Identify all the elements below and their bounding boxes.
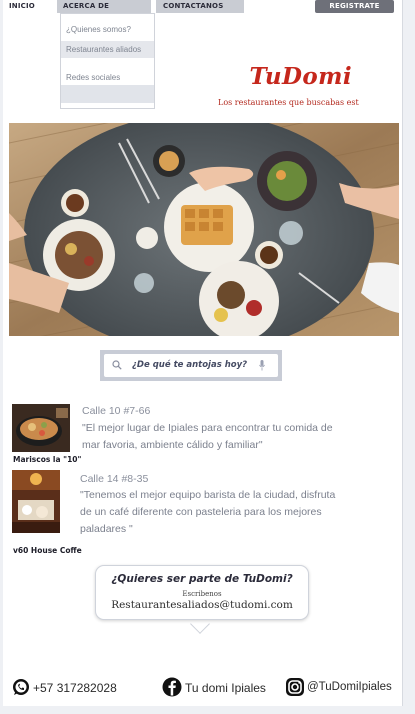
whatsapp-phone-icon [13, 679, 29, 695]
restaurant-image-v60[interactable] [12, 470, 60, 533]
footer-phone[interactable]: +57 317282028 [10, 677, 135, 697]
food-table-photo-icon [9, 123, 399, 336]
restaurant-name-mariscos[interactable]: Mariscos la "10" [13, 455, 81, 464]
footer-instagram-text: @TuDomiIpiales [307, 681, 392, 693]
dropdown-item-restaurantes-aliados[interactable]: Restaurantes aliados [61, 41, 154, 58]
brand-logo: TuDomi [249, 63, 352, 90]
microphone-icon[interactable] [259, 360, 265, 371]
footer-facebook[interactable]: Tu domi Ipiales [161, 677, 281, 697]
nav-contact-button[interactable]: CONTACTANOS [156, 0, 244, 13]
about-dropdown-menu: ¿Quienes somos? Restaurantes aliados Red… [60, 13, 155, 109]
page: INICIO ACERCA DE NOSOTROS CONTACTANOS RE… [3, 0, 403, 706]
dropdown-item-redes-sociales[interactable]: Redes sociales [61, 69, 154, 86]
hero-image [9, 123, 399, 336]
cta-subtitle: Escribenos [182, 590, 222, 598]
dropdown-item-quienes-somos[interactable]: ¿Quienes somos? [61, 21, 154, 38]
search-bar[interactable]: ¿De qué te antojas hoy? [100, 350, 282, 381]
nav-home-button[interactable]: INICIO [9, 0, 51, 13]
footer-phone-text: +57 317282028 [33, 681, 117, 695]
cafe-interior-icon [12, 470, 60, 533]
instagram-icon [286, 678, 304, 696]
restaurant-address-mariscos: Calle 10 #7-66 [82, 405, 151, 417]
seafood-dish-icon [12, 404, 70, 452]
search-input[interactable]: ¿De qué te antojas hoy? [104, 354, 278, 377]
restaurant-description-v60: "Tenemos el mejor equipo barista de la c… [80, 489, 336, 535]
top-nav: INICIO ACERCA DE NOSOTROS CONTACTANOS RE… [3, 0, 402, 23]
restaurant-name-v60[interactable]: v60 House Coffe [13, 546, 82, 555]
search-placeholder: ¿De qué te antojas hoy? [132, 360, 248, 370]
brand-tagline: Los restaurantes que buscabas est [218, 98, 359, 107]
footer-facebook-text: Tu domi Ipiales [185, 681, 266, 695]
search-icon [112, 360, 122, 370]
cta-email-link[interactable]: Restaurantesaliados@tudomi.com [96, 599, 308, 611]
cta-title: ¿Quieres ser parte de TuDomi? [111, 573, 293, 585]
restaurant-description-mariscos: "El mejor lugar de Ipiales para encontra… [82, 422, 333, 451]
facebook-icon [162, 677, 182, 697]
restaurant-address-v60: Calle 14 #8-35 [80, 473, 149, 485]
dropdown-item-empty[interactable] [61, 85, 154, 103]
footer-instagram[interactable]: @TuDomiIpiales [285, 677, 402, 697]
nav-about-button[interactable]: ACERCA DE NOSOTROS [57, 0, 151, 23]
register-button[interactable]: REGISTRATE [315, 0, 394, 13]
restaurant-image-mariscos[interactable] [12, 404, 70, 452]
partner-cta-bubble: ¿Quieres ser parte de TuDomi? Escribenos… [95, 565, 309, 620]
